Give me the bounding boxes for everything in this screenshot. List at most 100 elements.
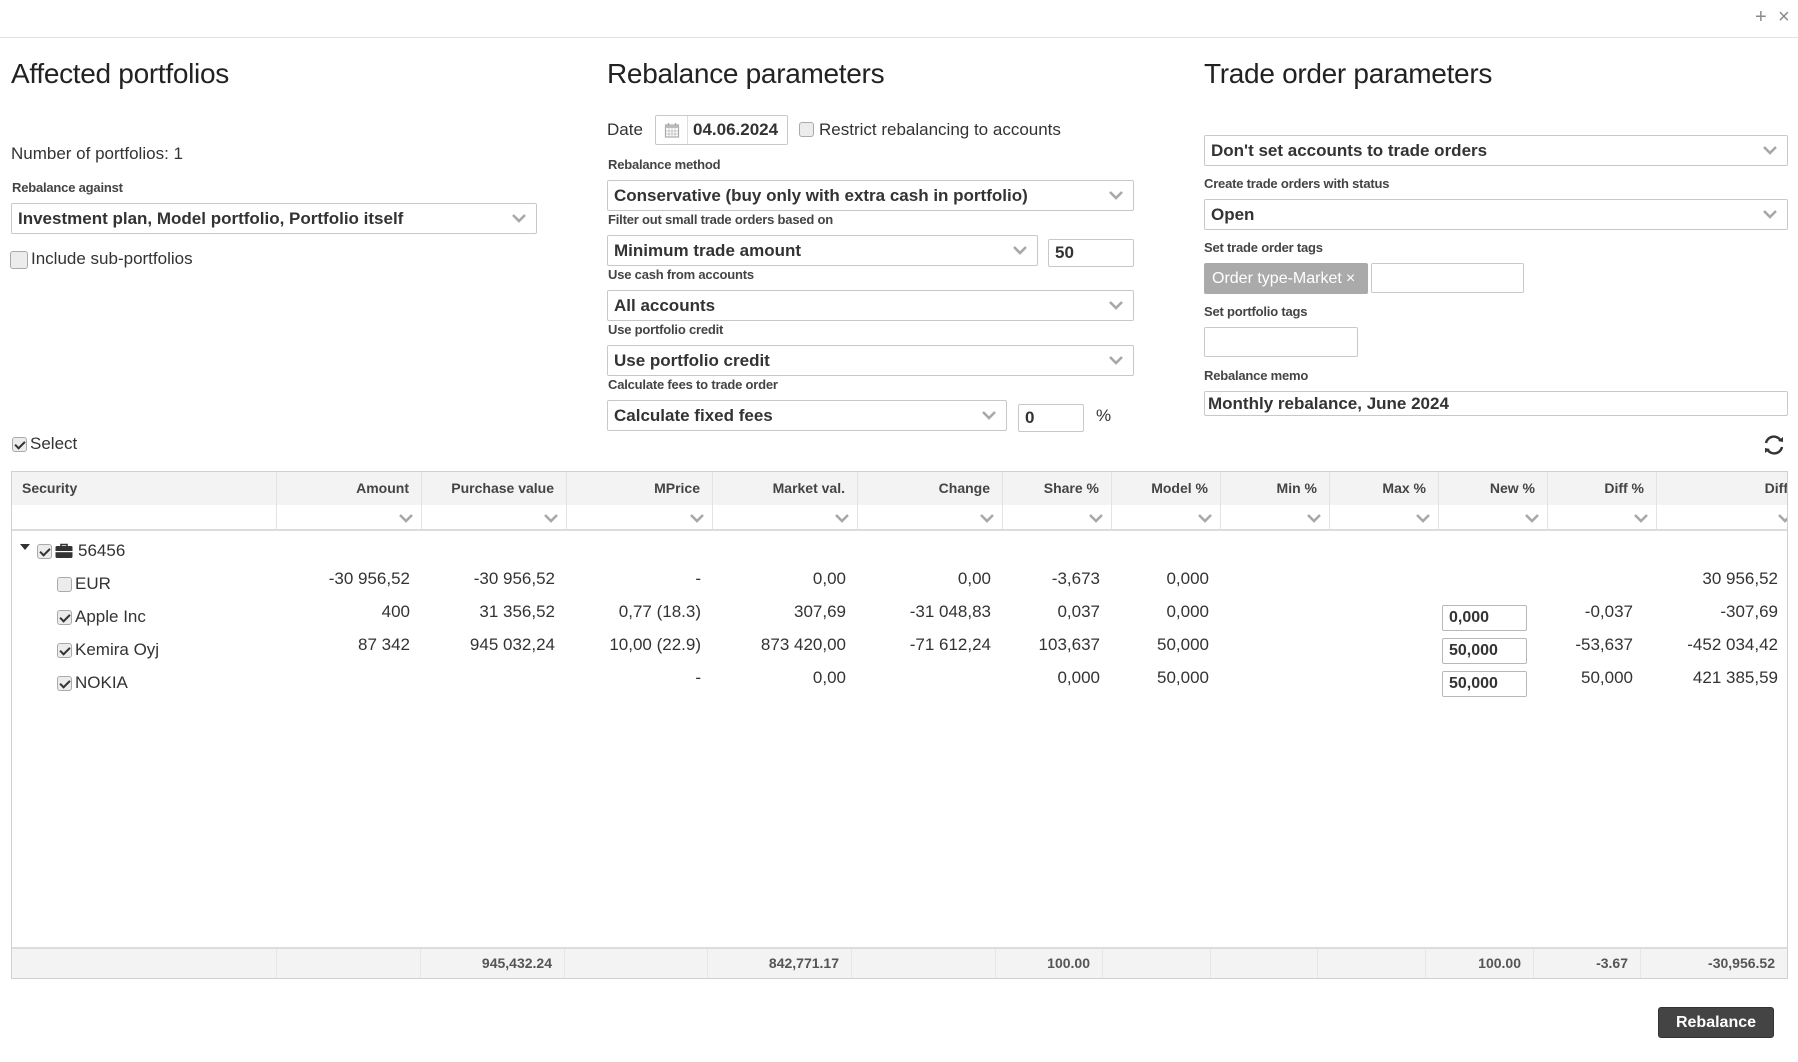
share-pct-cell: 0,000 — [1057, 668, 1100, 687]
rebalance-button[interactable]: Rebalance — [1658, 1007, 1774, 1038]
filter-diff[interactable] — [1657, 505, 1787, 529]
column-header-share-pct[interactable]: Share % — [1003, 472, 1112, 505]
row-checkbox[interactable] — [57, 577, 72, 592]
purchase-value-cell: 31 356,52 — [479, 602, 555, 621]
affected-portfolios-title: Affected portfolios — [11, 58, 229, 89]
filter-min-pct[interactable] — [1221, 505, 1330, 529]
filter-mprice[interactable] — [567, 505, 713, 529]
column-header-purchase-value[interactable]: Purchase value — [422, 472, 567, 505]
trade-order-status-label: Create trade orders with status — [1204, 176, 1390, 191]
filter-amount[interactable] — [277, 505, 422, 529]
portfolio-credit-select[interactable]: Use portfolio credit — [607, 345, 1134, 376]
table-row: NOKIA - 0,00 0,000 50,000 50,000 50,000 … — [12, 667, 1787, 699]
new-pct-input[interactable]: 0,000 — [1442, 605, 1527, 631]
row-checkbox[interactable] — [57, 610, 72, 625]
tag-chip-order-type-market[interactable]: Order type-Market × — [1204, 263, 1368, 294]
filter-new-pct[interactable] — [1439, 505, 1548, 529]
column-header-max-pct[interactable]: Max % — [1330, 472, 1439, 505]
footer-diff-pct: -3.67 — [1534, 949, 1641, 978]
column-header-diff-pct[interactable]: Diff % — [1548, 472, 1657, 505]
security-name: NOKIA — [75, 673, 128, 692]
select-all-checkbox[interactable] — [12, 437, 27, 452]
filter-change[interactable] — [858, 505, 1003, 529]
security-name: Kemira Oyj — [75, 640, 160, 659]
new-pct-input[interactable]: 50,000 — [1442, 671, 1527, 697]
rebalance-memo-input[interactable]: Monthly rebalance, June 2024 — [1204, 391, 1788, 416]
portfolio-group-name: 56456 — [78, 541, 126, 560]
add-icon[interactable]: + — [1755, 5, 1767, 29]
close-icon[interactable]: × — [1778, 5, 1790, 29]
portfolio-tags-input[interactable] — [1204, 327, 1358, 357]
purchase-value-cell: -30 956,52 — [473, 569, 555, 588]
share-pct-cell: 103,637 — [1038, 635, 1100, 654]
security-name: EUR — [75, 574, 111, 593]
column-header-market-value[interactable]: Market val. — [713, 472, 858, 505]
expand-triangle-icon[interactable] — [20, 544, 30, 551]
refresh-icon[interactable] — [1762, 433, 1786, 457]
filter-security[interactable] — [12, 505, 277, 529]
column-header-new-pct[interactable]: New % — [1439, 472, 1548, 505]
trade-order-status-value: Open — [1211, 205, 1255, 224]
diff-pct-cell: -53,637 — [1575, 635, 1633, 654]
fees-label: Calculate fees to trade order — [608, 377, 778, 392]
column-header-amount[interactable]: Amount — [277, 472, 422, 505]
amount-cell: 87 342 — [358, 635, 410, 654]
briefcase-icon — [55, 543, 73, 558]
trade-order-status-select[interactable]: Open — [1204, 199, 1788, 230]
filter-share-pct[interactable] — [1003, 505, 1112, 529]
trade-order-tags-input[interactable] — [1371, 263, 1524, 293]
rebalance-method-label: Rebalance method — [608, 157, 721, 172]
column-header-diff[interactable]: Diff — [1657, 472, 1787, 505]
trade-order-parameters-title: Trade order parameters — [1204, 58, 1493, 89]
column-header-min-pct[interactable]: Min % — [1221, 472, 1330, 505]
mprice-cell: 10,00 (22.9) — [609, 635, 701, 654]
rebalance-method-select[interactable]: Conservative (buy only with extra cash i… — [607, 180, 1134, 211]
diff-cell: 30 956,52 — [1702, 569, 1778, 588]
filter-purchase-value[interactable] — [422, 505, 567, 529]
fees-amount-input[interactable]: 0 — [1018, 404, 1084, 432]
trade-order-accounts-select[interactable]: Don't set accounts to trade orders — [1204, 135, 1788, 166]
rebalance-against-select[interactable]: Investment plan, Model portfolio, Portfo… — [11, 203, 537, 234]
column-header-model-pct[interactable]: Model % — [1112, 472, 1221, 505]
fees-value: Calculate fixed fees — [614, 406, 773, 425]
portfolio-group-checkbox[interactable] — [37, 544, 52, 559]
remove-tag-icon[interactable]: × — [1346, 270, 1355, 287]
minimum-trade-amount-input[interactable]: 50 — [1048, 239, 1134, 267]
date-value[interactable]: 04.06.2024 — [693, 116, 778, 144]
mprice-cell: 0,77 (18.3) — [618, 602, 701, 621]
chevron-down-icon — [835, 514, 849, 523]
calendar-icon[interactable] — [664, 122, 680, 138]
include-sub-portfolios-checkbox[interactable] — [10, 251, 28, 269]
diff-pct-cell: 50,000 — [1581, 668, 1633, 687]
change-cell: 0,00 — [957, 569, 991, 588]
restrict-accounts-checkbox[interactable] — [799, 122, 814, 137]
fees-select[interactable]: Calculate fixed fees — [607, 400, 1007, 431]
date-picker[interactable]: 04.06.2024 — [655, 115, 788, 145]
row-checkbox[interactable] — [57, 643, 72, 658]
column-header-security[interactable]: Security — [12, 472, 277, 505]
filter-max-pct[interactable] — [1330, 505, 1439, 529]
filter-diff-pct[interactable] — [1548, 505, 1657, 529]
column-header-mprice[interactable]: MPrice — [567, 472, 713, 505]
filter-market-value[interactable] — [713, 505, 858, 529]
new-pct-input[interactable]: 50,000 — [1442, 638, 1527, 664]
grid-filter-row — [12, 505, 1787, 531]
filter-value: Minimum trade amount — [614, 241, 802, 260]
filter-model-pct[interactable] — [1112, 505, 1221, 529]
share-pct-cell: -3,673 — [1051, 569, 1100, 588]
chevron-down-icon — [1778, 514, 1787, 523]
footer-new-pct: 100.00 — [1426, 949, 1534, 978]
change-cell: -71 612,24 — [909, 635, 991, 654]
filter-select[interactable]: Minimum trade amount — [607, 235, 1038, 266]
column-header-change[interactable]: Change — [858, 472, 1003, 505]
row-checkbox[interactable] — [57, 676, 72, 691]
security-name: Apple Inc — [75, 607, 146, 626]
select-all-label: Select — [30, 434, 78, 453]
chevron-down-icon — [1089, 514, 1103, 523]
table-row: Kemira Oyj 87 342 945 032,24 10,00 (22.9… — [12, 634, 1787, 666]
footer-mprice — [565, 949, 708, 978]
use-cash-select[interactable]: All accounts — [607, 290, 1134, 321]
chevron-down-icon — [1634, 514, 1648, 523]
portfolio-credit-label: Use portfolio credit — [608, 322, 724, 337]
footer-max-pct — [1318, 949, 1426, 978]
